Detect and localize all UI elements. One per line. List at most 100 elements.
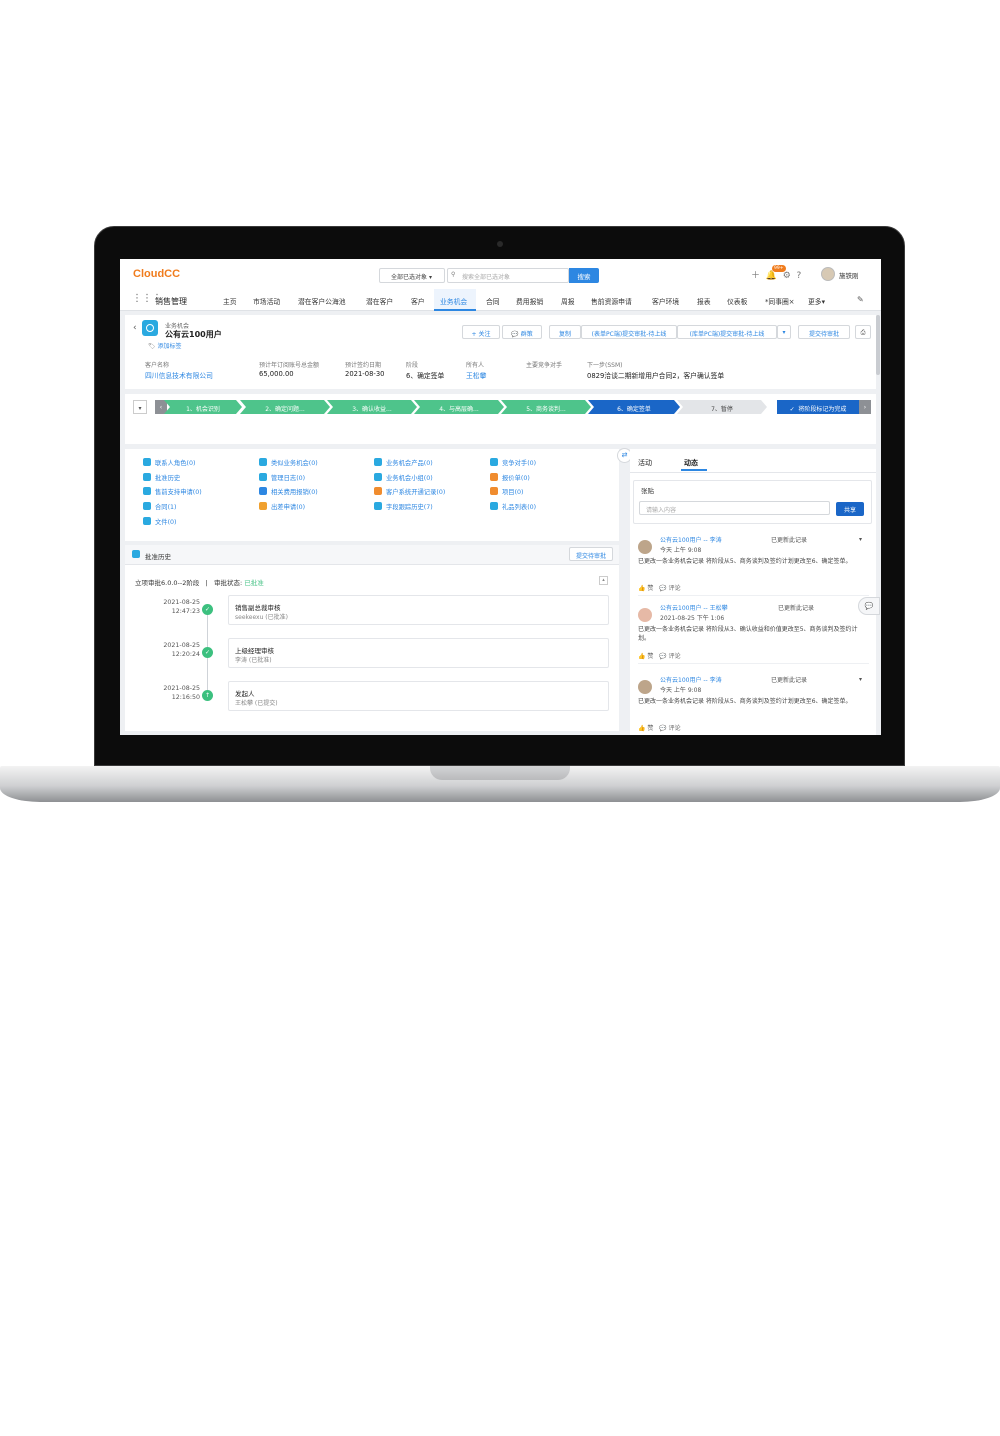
related-item-label: 相关费用报销(0) bbox=[271, 489, 318, 496]
field-value-owner[interactable]: 王松攀 bbox=[466, 370, 486, 380]
thumbs-up-icon: 👍 bbox=[638, 585, 646, 592]
nav-item-opportunities[interactable]: 业务机会 bbox=[440, 296, 467, 306]
nav-item-more[interactable]: 更多▾ bbox=[808, 296, 825, 306]
related-item[interactable]: 字段跟踪历史(7) bbox=[374, 502, 433, 511]
tab-chatter[interactable]: 动态 bbox=[684, 458, 698, 468]
chevron-down-icon[interactable]: ▾ bbox=[859, 536, 862, 543]
bell-icon[interactable]: 🔔 bbox=[766, 271, 777, 281]
nav-item-leads[interactable]: 潜在客户 bbox=[366, 296, 393, 306]
like-button[interactable]: 👍 赞 bbox=[638, 585, 653, 592]
logo[interactable]: CloudCC bbox=[133, 268, 180, 280]
path-next-chevron-icon[interactable]: › bbox=[859, 400, 871, 414]
chevron-down-icon[interactable]: ▾ bbox=[859, 676, 862, 683]
timeline-date: 2021-08-25 12:47:23 bbox=[160, 598, 200, 617]
related-item[interactable]: 业务机会产品(0) bbox=[374, 458, 433, 467]
group-button[interactable]: 💬 群策 bbox=[502, 325, 542, 339]
post-tab[interactable]: 张贴 bbox=[641, 485, 654, 495]
search-input[interactable]: 搜索全部已选对象 ⚲ bbox=[447, 268, 569, 283]
scope-select[interactable]: 全部已选对象 ▾ bbox=[379, 268, 445, 283]
collapse-icon[interactable]: ▴ bbox=[599, 576, 608, 585]
divider bbox=[630, 472, 876, 473]
comment-button[interactable]: 💬 评论 bbox=[659, 725, 680, 732]
copy-button[interactable]: 复制 bbox=[549, 325, 581, 339]
submit-approval-button[interactable]: 提交待审批 bbox=[798, 325, 850, 339]
path-toggle-chevron-icon[interactable]: ▾ bbox=[133, 400, 147, 414]
related-item[interactable]: 业务机会小组(0) bbox=[374, 473, 433, 482]
search-button[interactable]: 搜索 bbox=[569, 268, 599, 283]
submit-form-button[interactable]: (表单PC端)提交审批-待上线 bbox=[581, 325, 677, 339]
submit-lib-button[interactable]: (库单PC端)提交审批-待上线 bbox=[677, 325, 777, 339]
user-name[interactable]: 施铁刚 bbox=[839, 270, 859, 280]
help-icon[interactable]: ? bbox=[797, 271, 802, 281]
like-button[interactable]: 👍 赞 bbox=[638, 725, 653, 732]
path-stage-6[interactable]: 6、确定签单 bbox=[588, 400, 680, 414]
nav-item-presales[interactable]: 售前资源申请 bbox=[591, 296, 632, 306]
related-item[interactable]: 客户系统开通记录(0) bbox=[374, 487, 445, 496]
nav-item-contracts[interactable]: 合同 bbox=[486, 296, 500, 306]
nav-item-environment[interactable]: 客户环境 bbox=[652, 296, 679, 306]
timeline-step-title: 发起人 bbox=[235, 690, 255, 698]
nav-item-campaigns[interactable]: 市场活动 bbox=[253, 296, 280, 306]
related-item[interactable]: 合同(1) bbox=[143, 502, 177, 511]
comment-button[interactable]: 💬 评论 bbox=[659, 585, 680, 592]
more-actions-chevron-icon[interactable]: ▾ bbox=[777, 325, 791, 339]
feed-item-title[interactable]: 公有云100用户 -- 李涛 bbox=[660, 675, 722, 684]
path-stage-7[interactable]: 7、暂停 bbox=[677, 400, 767, 414]
cloud-icon bbox=[374, 458, 382, 466]
feed-item-title[interactable]: 公有云100用户 -- 王松攀 bbox=[660, 603, 728, 612]
path-stage-5[interactable]: 5、商务谈判... bbox=[501, 400, 591, 414]
feed-item-body: 已更改一条业务机会记录 将阶段从5、商务谈判及签约计划更改至6、确定签单。 bbox=[638, 558, 852, 565]
add-tag-link[interactable]: 🏷 添加标签 bbox=[148, 341, 182, 350]
share-button[interactable]: 共享 bbox=[836, 502, 864, 516]
related-item[interactable]: 批准历史 bbox=[143, 473, 180, 482]
chat-bubble-icon[interactable]: 💬 bbox=[858, 597, 880, 615]
mark-complete-button[interactable]: ✓ 将阶段标记为完成 bbox=[777, 400, 859, 414]
chevron-down-icon: ▾ bbox=[821, 298, 826, 306]
edit-icon[interactable]: ✎ bbox=[857, 295, 864, 304]
feed-item-title[interactable]: 公有云100用户 -- 李涛 bbox=[660, 535, 722, 544]
post-input[interactable]: 请输入内容 bbox=[639, 501, 830, 515]
avatar[interactable] bbox=[821, 267, 835, 281]
tab-activity[interactable]: 活动 bbox=[638, 458, 652, 468]
field-value-account[interactable]: 四川信息技术有限公司 bbox=[145, 370, 213, 380]
related-item[interactable]: 礼品列表(0) bbox=[490, 502, 536, 511]
related-item[interactable]: 售前支持申请(0) bbox=[143, 487, 202, 496]
nav-item-dashboards[interactable]: 仪表板 bbox=[727, 296, 747, 306]
document-icon bbox=[490, 473, 498, 481]
nav-item-weekly[interactable]: 周报 bbox=[561, 296, 575, 306]
path-stage-3[interactable]: 3、确认收益... bbox=[327, 400, 417, 414]
related-item[interactable]: 出差申请(0) bbox=[259, 502, 305, 511]
related-item[interactable]: 联系人角色(0) bbox=[143, 458, 195, 467]
comment-button[interactable]: 💬 评论 bbox=[659, 653, 680, 660]
print-icon[interactable]: ⎙ bbox=[855, 325, 871, 339]
approval-submit-button[interactable]: 提交待审批 bbox=[569, 547, 613, 561]
gear-icon[interactable]: ⚙ bbox=[783, 271, 791, 281]
path-stage-4[interactable]: 4、与高层确... bbox=[414, 400, 504, 414]
path-stage-2[interactable]: 2、确定问题... bbox=[240, 400, 330, 414]
follow-button[interactable]: + 关注 bbox=[462, 325, 500, 339]
path-stage-1[interactable]: 1、机会识别 bbox=[164, 400, 242, 414]
nav-item-expenses[interactable]: 费用报销 bbox=[516, 296, 543, 306]
nav-item-colleagues[interactable]: *同事圈× bbox=[765, 296, 794, 306]
related-item[interactable]: 报价单(0) bbox=[490, 473, 530, 482]
related-item[interactable]: 项目(0) bbox=[490, 487, 524, 496]
timeline-step-title: 销售副总裁审核 bbox=[235, 604, 281, 612]
timeline-date: 2021-08-25 12:16:50 bbox=[160, 684, 200, 703]
like-button[interactable]: 👍 赞 bbox=[638, 653, 653, 660]
group-button-label: 群策 bbox=[520, 331, 533, 338]
related-item[interactable]: 竞争对手(0) bbox=[490, 458, 536, 467]
timeline-day: 2021-08-25 bbox=[163, 599, 200, 606]
avatar bbox=[638, 540, 652, 554]
back-icon[interactable]: ‹ bbox=[133, 323, 137, 333]
scrollbar[interactable] bbox=[876, 315, 880, 375]
nav-item-reports[interactable]: 报表 bbox=[697, 296, 711, 306]
add-icon[interactable]: ＋ bbox=[751, 271, 760, 281]
nav-item-accounts[interactable]: 客户 bbox=[411, 296, 425, 306]
related-item[interactable]: 类似业务机会(0) bbox=[259, 458, 318, 467]
related-item[interactable]: 相关费用报销(0) bbox=[259, 487, 318, 496]
path-prev-chevron-icon[interactable]: ‹ bbox=[155, 400, 167, 414]
related-item[interactable]: 管理日志(0) bbox=[259, 473, 305, 482]
nav-item-home[interactable]: 主页 bbox=[223, 296, 237, 306]
related-item[interactable]: 文件(0) bbox=[143, 517, 177, 526]
nav-item-lead-pool[interactable]: 潜在客户公海池 bbox=[298, 296, 346, 306]
